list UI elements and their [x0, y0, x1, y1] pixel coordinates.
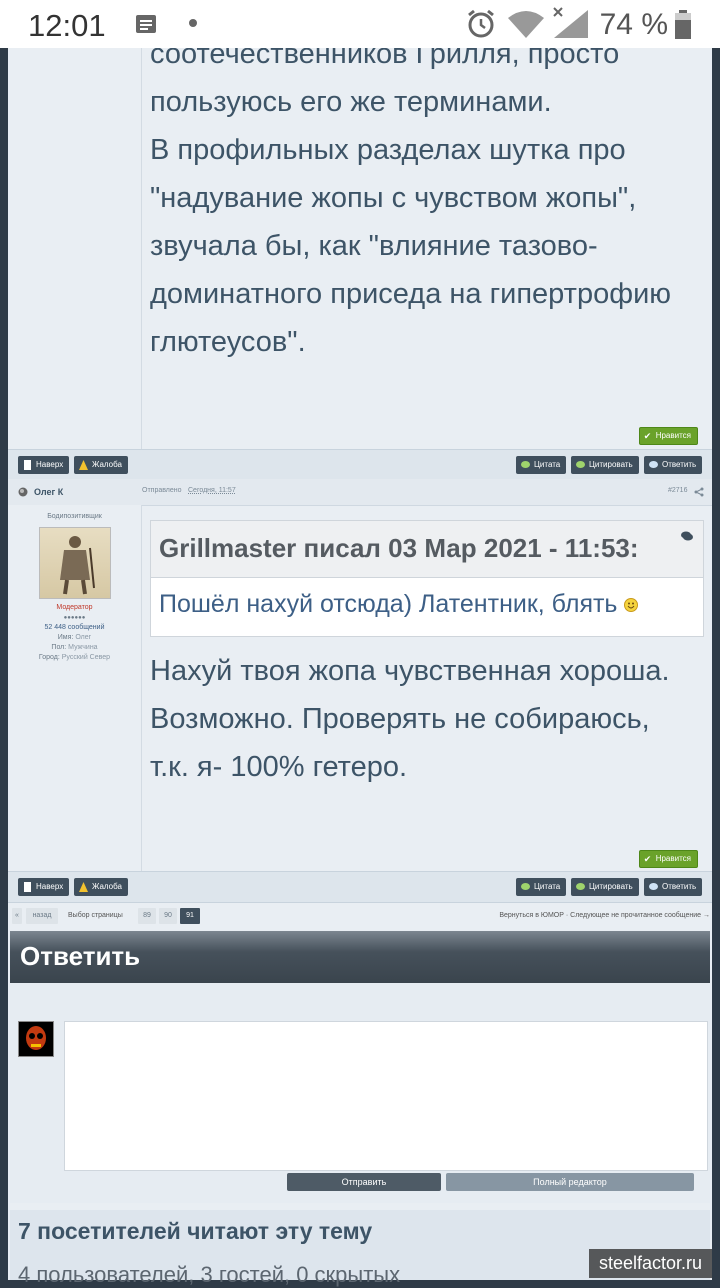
- battery-percent: 74 %: [599, 8, 668, 41]
- warning-icon: [79, 460, 88, 470]
- back-button[interactable]: назад: [26, 908, 58, 924]
- knight-figure-icon: [59, 536, 95, 595]
- quote-link-icon[interactable]: [681, 531, 693, 541]
- quote-button[interactable]: Цитата: [516, 456, 567, 474]
- avatar[interactable]: [38, 527, 111, 599]
- comment-icon: [649, 461, 658, 468]
- post1-body: соотечественников Грилля, просто пользую…: [150, 30, 704, 366]
- post2-author[interactable]: Олег К: [34, 487, 63, 497]
- quote-author: Grillmaster писал 03 Мар 2021 - 11:53:: [159, 533, 639, 563]
- post2-number[interactable]: #2716: [668, 487, 687, 494]
- reply-header: Ответить: [10, 931, 710, 983]
- multiquote-button[interactable]: Цитировать: [571, 878, 639, 896]
- send-button[interactable]: Отправить: [287, 1173, 441, 1191]
- post1-line: В профильных разделах шутка про: [150, 134, 626, 166]
- message-icon: [136, 15, 156, 33]
- dot-icon: [189, 19, 197, 27]
- rating-dots: ●●●●●●: [63, 615, 86, 621]
- reply-area: Отправить Полный редактор: [10, 983, 710, 1203]
- my-avatar[interactable]: [18, 1021, 54, 1057]
- page-select-label: Выбор страницы: [68, 912, 123, 919]
- posts-count[interactable]: 52 448 сообщений: [8, 623, 141, 633]
- reply-button[interactable]: Ответить: [644, 878, 703, 896]
- comment-icon: [576, 883, 585, 890]
- user-gender-row: Пол: Мужчина: [51, 644, 98, 651]
- post2-like-button[interactable]: Нравится: [638, 850, 698, 868]
- post2-user-column: Бодипозитивщик Модератор ●●●●●● 52 448 с…: [8, 505, 142, 871]
- user-title: Бодипозитивщик: [47, 513, 102, 520]
- post2-sent-time: Сегодня, 11:57: [188, 487, 236, 494]
- post2-sent-label: Отправлено: [142, 487, 182, 494]
- quote-header: Grillmaster писал 03 Мар 2021 - 11:53:: [151, 521, 703, 578]
- prev-arrow-button[interactable]: «: [12, 908, 22, 924]
- user-city-row: Город: Русский Север: [38, 654, 111, 661]
- return-link[interactable]: Вернуться в ЮМОР · Следующее не прочитан…: [499, 908, 710, 924]
- post1-line: глютеусов".: [150, 326, 306, 358]
- post1-line: "надувание жопы с чувством жопы",: [150, 182, 637, 214]
- post1-line: доминатного приседа на гипертрофию: [150, 278, 672, 310]
- document-icon: [24, 882, 31, 892]
- watermark: steelfactor.ru: [588, 1249, 712, 1278]
- skull-avatar-icon: [26, 1026, 46, 1050]
- post2-line: т.к. я- 100% гетеро.: [150, 751, 408, 783]
- comment-icon: [649, 883, 658, 890]
- user-group: Модератор: [56, 604, 93, 611]
- signal-icon: [553, 7, 588, 38]
- quote-text: Пошёл нахуй отсюда) Латентник, блять: [159, 590, 618, 618]
- post2-header: Олег К Отправлено Сегодня, 11:57 #2716: [8, 479, 712, 506]
- multiquote-button[interactable]: Цитировать: [571, 456, 639, 474]
- reply-button[interactable]: Ответить: [644, 456, 703, 474]
- status-bar: 12:01 74 %: [0, 0, 720, 48]
- report-button[interactable]: Жалоба: [74, 456, 128, 474]
- comment-icon: [521, 461, 530, 468]
- forum-page: соотечественников Грилля, просто пользую…: [8, 0, 712, 1287]
- user-name-row: Имя: Олег: [57, 634, 92, 641]
- quote-text-row: Пошёл нахуй отсюда) Латентник, блять: [151, 578, 703, 636]
- post1-like-button[interactable]: Нравится: [638, 427, 698, 445]
- document-icon: [24, 460, 31, 470]
- warning-icon: [79, 882, 88, 892]
- quote-button[interactable]: Цитата: [516, 878, 567, 896]
- smile-emoji-icon: [624, 598, 639, 613]
- page-89-button[interactable]: 89: [138, 908, 156, 924]
- current-page[interactable]: 91: [180, 908, 200, 924]
- quote-block: Grillmaster писал 03 Мар 2021 - 11:53: П…: [150, 520, 704, 637]
- status-time: 12:01: [28, 8, 106, 43]
- post1-user-column: [8, 48, 142, 449]
- report-button[interactable]: Жалоба: [74, 878, 128, 896]
- comment-icon: [521, 883, 530, 890]
- post2-body: Grillmaster писал 03 Мар 2021 - 11:53: П…: [150, 520, 704, 791]
- pagination: « назад Выбор страницы 89 90 91 Вернутьс…: [8, 903, 712, 929]
- alarm-icon: [468, 9, 494, 38]
- post1-line: пользуюсь его же терминами.: [150, 86, 552, 118]
- post2-line: Возможно. Проверять не собираюсь,: [150, 703, 650, 735]
- reply-title: Ответить: [20, 941, 141, 971]
- reply-textarea[interactable]: [64, 1021, 708, 1171]
- wifi-icon: [508, 11, 544, 38]
- share-icon[interactable]: [694, 487, 704, 497]
- post1-action-bar: Наверх Жалоба Цитата Цитировать Ответить: [8, 449, 712, 481]
- comment-icon: [576, 461, 585, 468]
- battery-icon: [675, 10, 691, 39]
- full-editor-button[interactable]: Полный редактор: [446, 1173, 694, 1191]
- offline-status-icon: [18, 487, 28, 497]
- post2-line: Нахуй твоя жопа чувственная хороша.: [150, 655, 670, 687]
- back-to-top-button[interactable]: Наверх: [18, 456, 70, 474]
- post1-line: звучала бы, как "влияние тазово-: [150, 230, 598, 262]
- page-90-button[interactable]: 90: [159, 908, 177, 924]
- visitors-title: 7 посетителей читают эту тему: [18, 1218, 373, 1244]
- back-to-top-button[interactable]: Наверх: [18, 878, 70, 896]
- post2-action-bar: Наверх Жалоба Цитата Цитировать Ответить: [8, 871, 712, 903]
- visitors-subtitle: 4 пользователей, 3 гостей, 0 скрытых: [18, 1262, 401, 1287]
- post2-text: Нахуй твоя жопа чувственная хороша. Возм…: [150, 647, 704, 791]
